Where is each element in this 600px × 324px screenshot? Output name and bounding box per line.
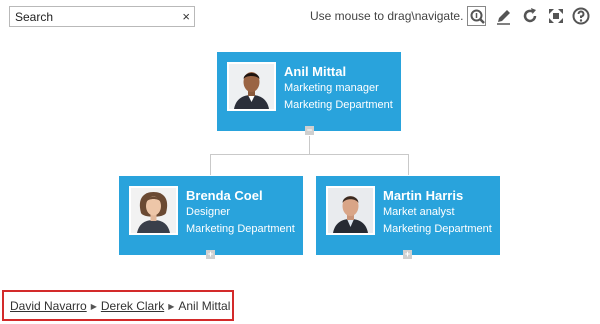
pencil-icon[interactable] bbox=[494, 6, 514, 26]
org-node-brenda-coel[interactable]: Brenda Coel Designer Marketing Departmen… bbox=[119, 176, 303, 255]
navigation-hint: Use mouse to drag\navigate. bbox=[310, 9, 464, 23]
org-node-root[interactable]: Anil Mittal Marketing manager Marketing … bbox=[217, 52, 401, 131]
connector-root-down bbox=[309, 136, 310, 155]
breadcrumb: David Navarro ▶ Derek Clark ▶ Anil Mittal bbox=[2, 290, 234, 321]
collapse-toggle-root[interactable]: − bbox=[305, 126, 314, 135]
node-title: Market analyst bbox=[383, 206, 455, 218]
expand-toggle-martin-harris[interactable]: + bbox=[403, 250, 412, 259]
fit-screen-icon[interactable] bbox=[546, 6, 566, 26]
chevron-right-icon: ▶ bbox=[90, 302, 97, 311]
connector-right-down bbox=[408, 154, 409, 175]
node-name: Brenda Coel bbox=[186, 188, 263, 203]
avatar bbox=[227, 62, 276, 111]
node-title: Marketing manager bbox=[284, 82, 379, 94]
search-box[interactable]: × bbox=[9, 6, 195, 27]
breadcrumb-link-david-navarro[interactable]: David Navarro bbox=[10, 299, 87, 313]
expand-toggle-brenda-coel[interactable]: + bbox=[206, 250, 215, 259]
breadcrumb-current: Anil Mittal bbox=[178, 299, 231, 313]
refresh-icon[interactable] bbox=[520, 6, 540, 26]
search-input[interactable] bbox=[15, 8, 175, 25]
org-node-martin-harris[interactable]: Martin Harris Market analyst Marketing D… bbox=[316, 176, 500, 255]
node-department: Marketing Department bbox=[284, 99, 393, 111]
breadcrumb-link-derek-clark[interactable]: Derek Clark bbox=[101, 299, 164, 313]
node-department: Marketing Department bbox=[186, 223, 295, 235]
node-name: Martin Harris bbox=[383, 188, 464, 203]
connector-horizontal bbox=[210, 154, 409, 155]
node-title: Designer bbox=[186, 206, 231, 218]
node-department: Marketing Department bbox=[383, 223, 492, 235]
clear-search-icon[interactable]: × bbox=[182, 8, 190, 25]
avatar bbox=[129, 186, 178, 235]
zoom-icon[interactable] bbox=[467, 6, 486, 26]
avatar bbox=[326, 186, 375, 235]
chevron-right-icon: ▶ bbox=[168, 302, 175, 311]
connector-left-down bbox=[210, 154, 211, 175]
node-name: Anil Mittal bbox=[284, 64, 347, 79]
help-icon[interactable] bbox=[571, 6, 591, 26]
